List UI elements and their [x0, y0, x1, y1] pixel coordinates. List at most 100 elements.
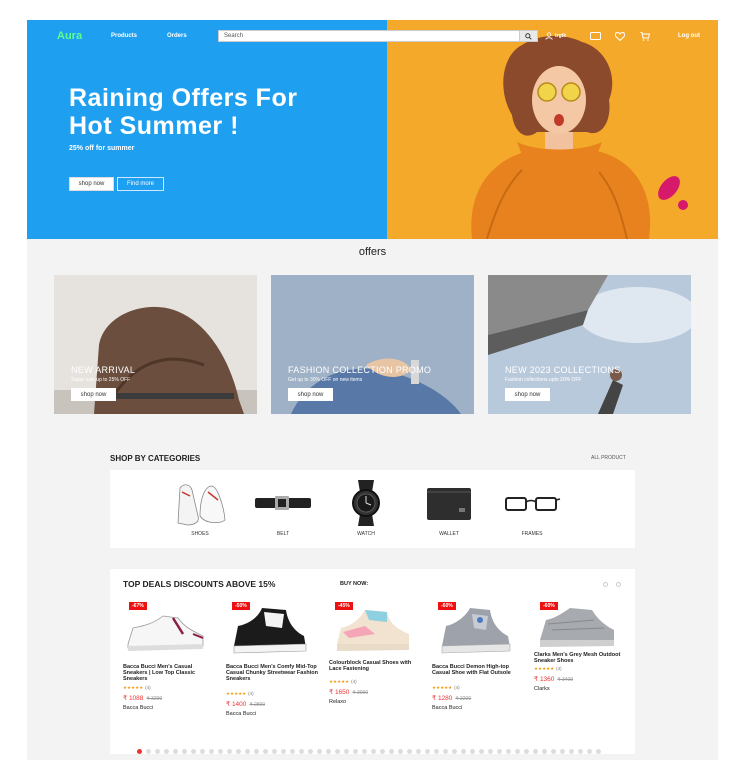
pagination-dot[interactable]: [326, 749, 331, 754]
pagination-dot[interactable]: [524, 749, 529, 754]
pagination-dot[interactable]: [227, 749, 232, 754]
rating-stars: ★★★★★ (4): [432, 685, 460, 691]
product-card[interactable]: -60% Clarks Men's Grey Mesh Outdoot Snea…: [534, 602, 630, 712]
hero-shop-now-button[interactable]: shop now: [69, 177, 114, 191]
product-name[interactable]: Bacca Bucci Men's Comfy Mid-Top Casual C…: [226, 664, 318, 682]
cart-button[interactable]: [640, 31, 650, 41]
pagination-dot[interactable]: [452, 749, 457, 754]
pagination-dot[interactable]: [461, 749, 466, 754]
product-card[interactable]: -60% Bacca Bucci Demon High-top Casual S…: [432, 602, 528, 712]
pagination-dot[interactable]: [425, 749, 430, 754]
discount-badge: -60%: [438, 602, 456, 610]
pagination-dot[interactable]: [299, 749, 304, 754]
category-frames[interactable]: FRAMES: [497, 478, 567, 546]
hero-banner: Aura Products Orders Search trgtk Log ou…: [27, 20, 718, 239]
pagination-dot[interactable]: [443, 749, 448, 754]
pagination-dot[interactable]: [272, 749, 277, 754]
product-card[interactable]: -67% Bacca Bucci Men's Casual Sneakers |…: [123, 602, 219, 712]
pagination-dot[interactable]: [416, 749, 421, 754]
pagination-dot[interactable]: [290, 749, 295, 754]
pagination-dot[interactable]: [542, 749, 547, 754]
category-wallet[interactable]: WALLET: [414, 478, 484, 546]
nav-orders[interactable]: Orders: [167, 33, 187, 39]
logout-button[interactable]: Log out: [678, 33, 700, 39]
pagination-dot[interactable]: [146, 749, 151, 754]
pagination-dot[interactable]: [191, 749, 196, 754]
carousel-prev-button[interactable]: [603, 582, 608, 587]
product-card[interactable]: -45% Colourblock Casual Shoes with Lace …: [329, 602, 425, 712]
pagination-dot[interactable]: [470, 749, 475, 754]
pagination-dot[interactable]: [317, 749, 322, 754]
pagination-dot[interactable]: [371, 749, 376, 754]
brand-logo[interactable]: Aura: [57, 30, 82, 42]
search-button[interactable]: [519, 31, 537, 41]
product-name[interactable]: Clarks Men's Grey Mesh Outdoot Sneaker S…: [534, 652, 626, 664]
pagination-dot[interactable]: [155, 749, 160, 754]
search-bar[interactable]: Search: [218, 30, 538, 42]
pagination-dot[interactable]: [569, 749, 574, 754]
offer-shop-now-button[interactable]: shop now: [71, 388, 116, 401]
offer-subtext: Fashion collections upto 20% OFF: [505, 377, 582, 383]
orders-button[interactable]: [590, 31, 601, 41]
offer-card-2023-collections[interactable]: NEW 2023 COLLECTIONS Fashion collections…: [488, 275, 691, 414]
product-name[interactable]: Colourblock Casual Shoes with Lace Faste…: [329, 660, 421, 672]
pagination-dot[interactable]: [578, 749, 583, 754]
pagination-dot[interactable]: [515, 749, 520, 754]
pagination-dot[interactable]: [506, 749, 511, 754]
pagination-dot[interactable]: [596, 749, 601, 754]
pagination-dot[interactable]: [182, 749, 187, 754]
hero-find-more-button[interactable]: Find more: [117, 177, 164, 191]
pagination-dot[interactable]: [344, 749, 349, 754]
pagination-dot[interactable]: [533, 749, 538, 754]
offer-heading: NEW 2023 COLLECTIONS: [505, 365, 621, 375]
user-menu[interactable]: trgtk: [545, 31, 566, 41]
product-name[interactable]: Bacca Bucci Demon High-top Casual Shoe w…: [432, 664, 524, 676]
pagination-dot[interactable]: [137, 749, 142, 754]
category-shoes[interactable]: SHOES: [165, 478, 235, 546]
pagination-dot[interactable]: [434, 749, 439, 754]
pagination-dot[interactable]: [164, 749, 169, 754]
user-icon: [545, 32, 553, 40]
offer-card-new-arrival[interactable]: NEW ARRIVAL Super sale up to 25% OFF sho…: [54, 275, 257, 414]
offer-shop-now-button[interactable]: shop now: [505, 388, 550, 401]
pagination-dot[interactable]: [245, 749, 250, 754]
pagination-dot[interactable]: [551, 749, 556, 754]
pagination-dot[interactable]: [200, 749, 205, 754]
pagination-dot[interactable]: [263, 749, 268, 754]
search-input[interactable]: Search: [224, 33, 243, 39]
pagination-dot[interactable]: [479, 749, 484, 754]
pagination-dot[interactable]: [281, 749, 286, 754]
product-image-grey-hightop: [441, 608, 511, 654]
offer-heading: FASHION COLLECTION PROMO: [288, 365, 432, 375]
pagination-dot[interactable]: [236, 749, 241, 754]
pagination-dot[interactable]: [380, 749, 385, 754]
pagination-dot[interactable]: [335, 749, 340, 754]
nav-products[interactable]: Products: [111, 33, 137, 39]
pagination-dot[interactable]: [497, 749, 502, 754]
carousel-next-button[interactable]: [616, 582, 621, 587]
review-count: (4): [145, 685, 151, 690]
pagination-dot[interactable]: [308, 749, 313, 754]
offer-subtext: Get up to 30% OFF on new items: [288, 377, 363, 383]
category-belt[interactable]: BELT: [248, 478, 318, 546]
pagination-dot[interactable]: [218, 749, 223, 754]
pagination-dot[interactable]: [488, 749, 493, 754]
product-name[interactable]: Bacca Bucci Men's Casual Sneakers | Low …: [123, 664, 215, 682]
pagination-dot[interactable]: [407, 749, 412, 754]
pagination-dot[interactable]: [398, 749, 403, 754]
pagination-dot[interactable]: [362, 749, 367, 754]
offer-card-fashion-promo[interactable]: FASHION COLLECTION PROMO Get up to 30% O…: [271, 275, 474, 414]
all-product-link[interactable]: ALL PRODUCT: [591, 455, 626, 461]
pagination-dot[interactable]: [173, 749, 178, 754]
category-watch[interactable]: WATCH: [331, 478, 401, 546]
categories-panel: SHOES BELT WATCH WALLET FRAMES: [110, 470, 635, 548]
pagination-dot[interactable]: [353, 749, 358, 754]
pagination-dot[interactable]: [389, 749, 394, 754]
pagination-dot[interactable]: [254, 749, 259, 754]
pagination-dot[interactable]: [209, 749, 214, 754]
product-card[interactable]: -50% Bacca Bucci Men's Comfy Mid-Top Cas…: [226, 602, 322, 717]
pagination-dot[interactable]: [560, 749, 565, 754]
wishlist-button[interactable]: [615, 31, 625, 41]
offer-shop-now-button[interactable]: shop now: [288, 388, 333, 401]
pagination-dot[interactable]: [587, 749, 592, 754]
